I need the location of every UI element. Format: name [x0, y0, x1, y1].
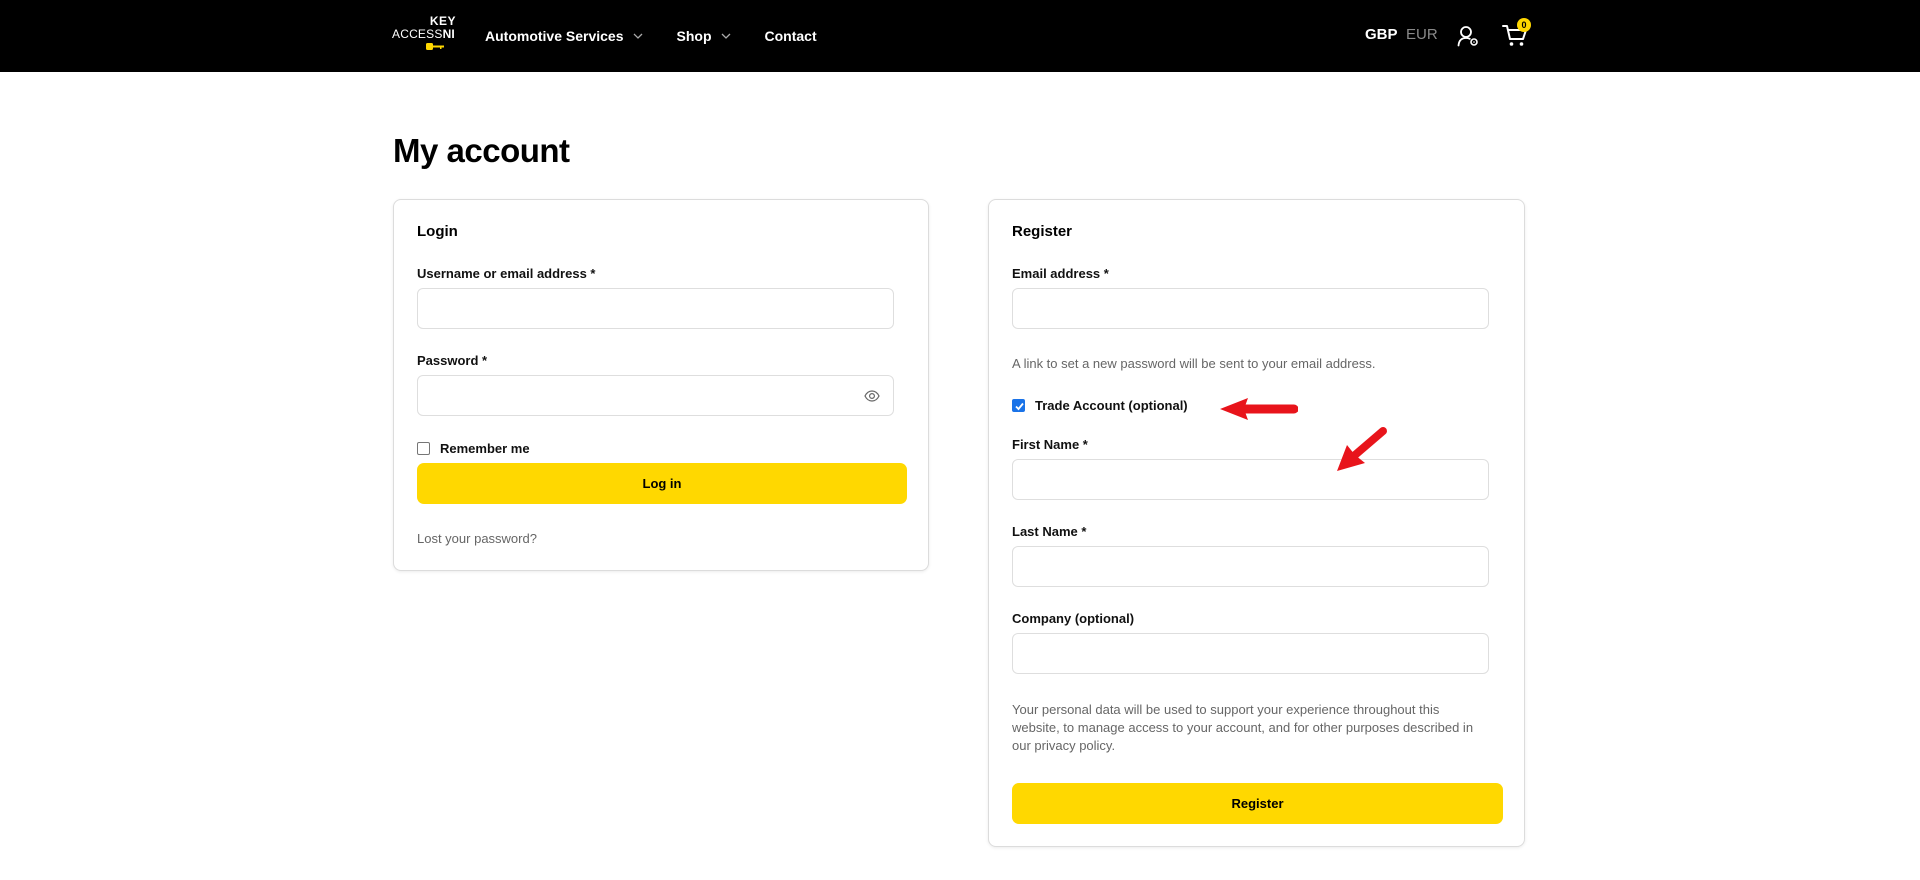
- chevron-down-icon: [721, 33, 730, 39]
- privacy-line-1: Your personal data will be used to suppo…: [1012, 702, 1440, 717]
- trade-account-label: Trade Account (optional): [1035, 398, 1188, 413]
- page-title: My account: [393, 132, 570, 169]
- privacy-notice: Your personal data will be used to suppo…: [1012, 701, 1502, 755]
- privacy-line-2: website, to manage access to your accoun…: [1012, 720, 1474, 735]
- first-name-input[interactable]: [1012, 459, 1489, 500]
- register-button[interactable]: Register: [1012, 783, 1503, 824]
- site-logo[interactable]: KEY ACCESSNI: [392, 14, 456, 54]
- site-header: KEY ACCESSNI Automotive Services Shop Co…: [0, 0, 1920, 72]
- remember-me-checkbox[interactable]: [417, 442, 430, 455]
- annotation-arrow-icon: [1220, 398, 1298, 420]
- register-title: Register: [1012, 223, 1073, 240]
- cart-count-badge: 0: [1517, 18, 1531, 32]
- currency-gbp[interactable]: GBP: [1365, 26, 1398, 43]
- logo-text-key: KEY: [429, 14, 456, 28]
- password-input[interactable]: [417, 375, 894, 416]
- currency-eur[interactable]: EUR: [1406, 26, 1438, 43]
- email-label: Email address *: [1012, 266, 1109, 281]
- show-password-icon[interactable]: [864, 390, 880, 402]
- company-label: Company (optional): [1012, 611, 1135, 626]
- user-settings-icon[interactable]: [1457, 25, 1479, 47]
- email-input[interactable]: [1012, 288, 1489, 329]
- annotation-arrow-icon: [1337, 427, 1387, 471]
- register-card: Register Email address * A link to set a…: [988, 199, 1525, 847]
- login-button[interactable]: Log in: [417, 463, 907, 504]
- main-nav: Automotive Services Shop Contact: [485, 0, 851, 72]
- password-note: A link to set a new password will be sen…: [1012, 356, 1376, 371]
- login-title: Login: [417, 223, 458, 240]
- last-name-input[interactable]: [1012, 546, 1489, 587]
- login-card: Login Username or email address * Passwo…: [393, 199, 929, 571]
- username-input[interactable]: [417, 288, 894, 329]
- trade-account-checkbox[interactable]: [1012, 399, 1025, 412]
- nav-automotive-services[interactable]: Automotive Services: [485, 28, 643, 44]
- nav-label: Shop: [676, 28, 712, 44]
- privacy-line-3: our privacy policy.: [1012, 738, 1116, 753]
- nav-shop[interactable]: Shop: [677, 28, 731, 44]
- chevron-down-icon: [633, 33, 642, 39]
- first-name-label: First Name *: [1012, 437, 1088, 452]
- checkmark-icon: [1015, 402, 1024, 411]
- nav-label: Contact: [764, 28, 817, 44]
- company-input[interactable]: [1012, 633, 1489, 674]
- last-name-label: Last Name *: [1012, 524, 1087, 539]
- key-icon: [426, 43, 444, 50]
- username-label: Username or email address *: [417, 266, 596, 281]
- remember-me-label: Remember me: [440, 441, 530, 456]
- privacy-policy-link[interactable]: privacy policy: [1034, 738, 1111, 753]
- password-label: Password *: [417, 353, 488, 368]
- nav-contact[interactable]: Contact: [765, 28, 817, 44]
- nav-label: Automotive Services: [485, 28, 624, 44]
- lost-password-link[interactable]: Lost your password?: [417, 530, 537, 548]
- logo-text-access: ACCESSNI: [392, 27, 455, 41]
